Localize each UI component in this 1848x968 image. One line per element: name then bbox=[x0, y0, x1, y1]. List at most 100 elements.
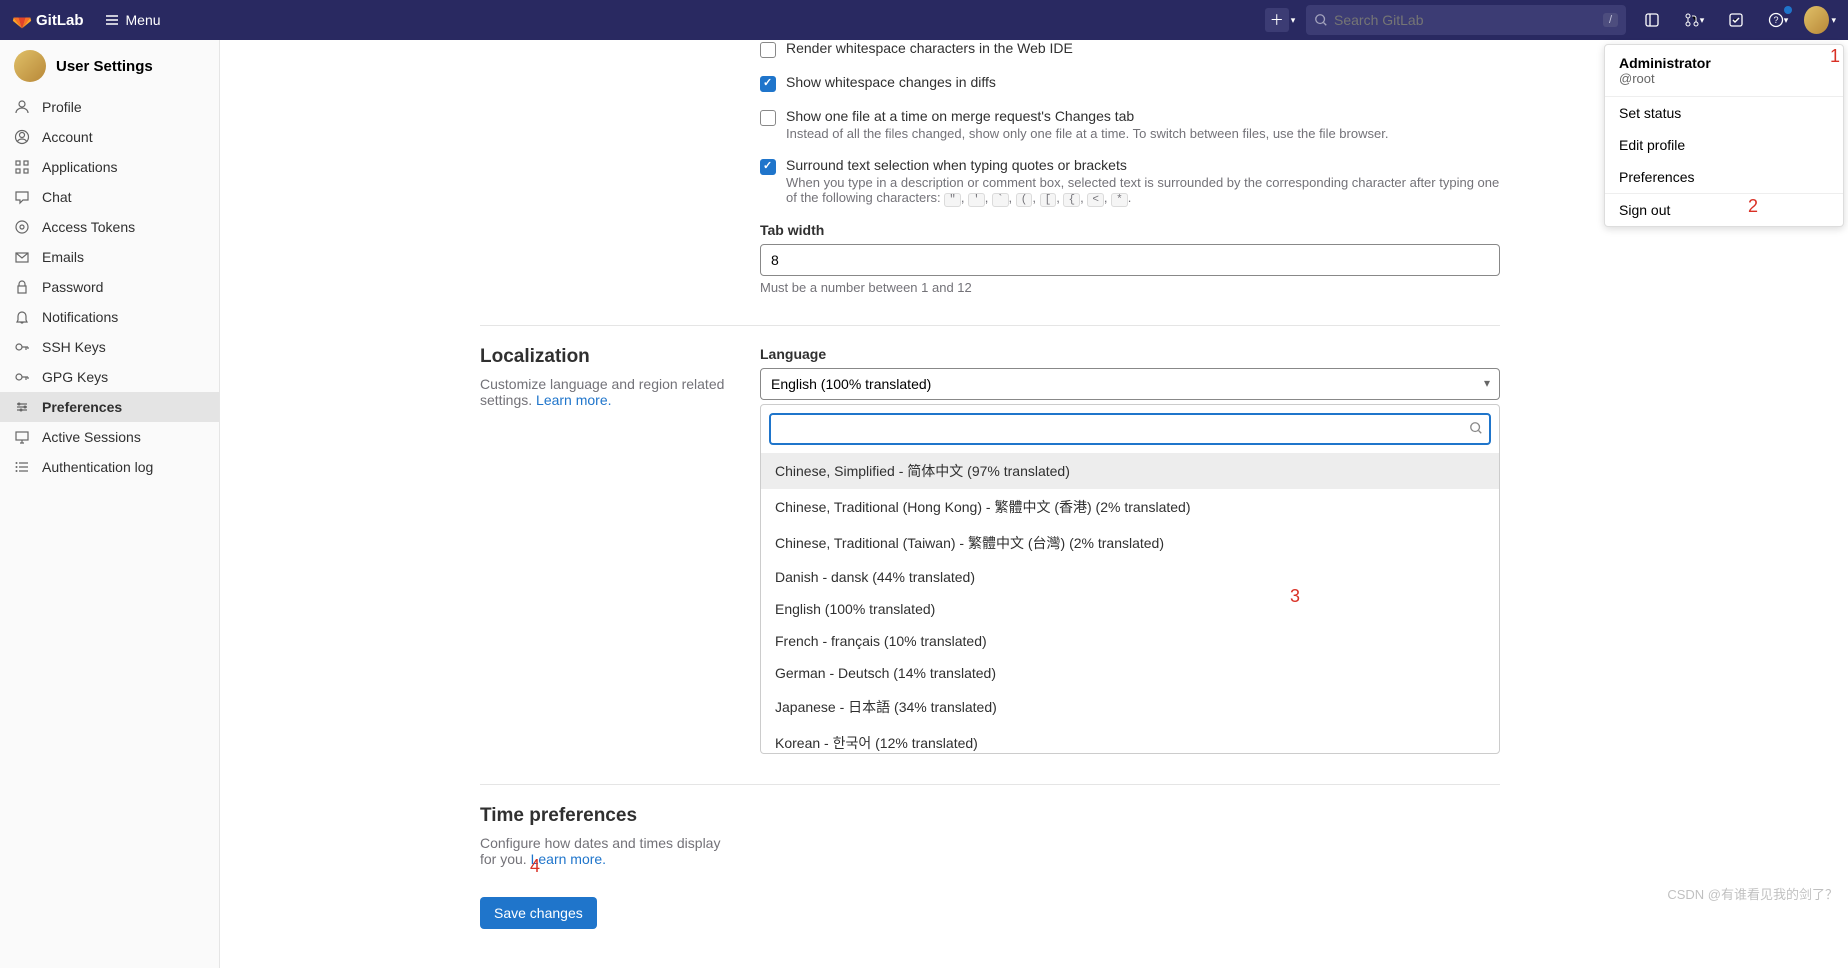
todos-icon[interactable] bbox=[1720, 4, 1752, 36]
localization-learn-more[interactable]: Learn more. bbox=[536, 392, 611, 408]
sidebar-item-label: Applications bbox=[42, 159, 118, 175]
gitlab-logo[interactable]: GitLab bbox=[12, 10, 84, 30]
language-option[interactable]: Korean - 한국어 (12% translated) bbox=[761, 725, 1499, 753]
checkbox-icon bbox=[760, 76, 776, 92]
profile-icon bbox=[14, 99, 30, 115]
menu-button[interactable]: Menu bbox=[104, 12, 161, 28]
user-menu-edit-profile[interactable]: Edit profile bbox=[1605, 129, 1843, 161]
checkbox-help: Instead of all the files changed, show o… bbox=[786, 126, 1388, 141]
avatar-icon bbox=[1804, 6, 1829, 34]
checkbox-whitespace-diffs[interactable]: Show whitespace changes in diffs bbox=[760, 74, 1500, 92]
language-search-input[interactable] bbox=[769, 413, 1491, 445]
sidebar-item-account[interactable]: Account bbox=[0, 122, 219, 152]
checkbox-label: Show one file at a time on merge request… bbox=[786, 108, 1388, 124]
checkbox-icon bbox=[760, 42, 776, 58]
checkbox-one-file[interactable]: Show one file at a time on merge request… bbox=[760, 108, 1500, 141]
user-avatar-button[interactable]: ▾ bbox=[1804, 4, 1836, 36]
sidebar-item-label: Profile bbox=[42, 99, 82, 115]
user-menu: Administrator @root Set status Edit prof… bbox=[1604, 44, 1844, 227]
menu-label: Menu bbox=[126, 12, 161, 28]
sidebar-item-label: Authentication log bbox=[42, 459, 153, 475]
user-menu-username: @root bbox=[1619, 71, 1829, 86]
search-kbd: / bbox=[1603, 13, 1618, 27]
content: Render whitespace characters in the Web … bbox=[220, 40, 1540, 968]
language-select[interactable]: English (100% translated) bbox=[760, 368, 1500, 400]
language-option[interactable]: Danish - dansk (44% translated) bbox=[761, 561, 1499, 593]
search-icon bbox=[1469, 421, 1483, 438]
list-icon bbox=[14, 459, 30, 475]
time-learn-more[interactable]: Learn more. bbox=[531, 851, 606, 867]
navbar: GitLab Menu ＋ ▾ / ▾ ? ▾ bbox=[0, 0, 1848, 40]
new-dropdown[interactable]: ＋ ▾ bbox=[1264, 4, 1296, 36]
sidebar-item-label: SSH Keys bbox=[42, 339, 106, 355]
sidebar-item-chat[interactable]: Chat bbox=[0, 182, 219, 212]
monitor-icon bbox=[14, 429, 30, 445]
sidebar-item-authentication-log[interactable]: Authentication log bbox=[0, 452, 219, 482]
search-icon bbox=[1314, 13, 1328, 27]
save-button[interactable]: Save changes bbox=[480, 897, 597, 929]
localization-title: Localization bbox=[480, 346, 740, 368]
sidebar-title: User Settings bbox=[56, 58, 153, 75]
sidebar-item-active-sessions[interactable]: Active Sessions bbox=[0, 422, 219, 452]
language-option[interactable]: English (100% translated) bbox=[761, 593, 1499, 625]
language-option[interactable]: French - français (10% translated) bbox=[761, 625, 1499, 657]
key-icon bbox=[14, 339, 30, 355]
merge-requests-icon[interactable]: ▾ bbox=[1678, 4, 1710, 36]
language-option[interactable]: German - Deutsch (14% translated) bbox=[761, 657, 1499, 689]
tab-width-help: Must be a number between 1 and 12 bbox=[760, 280, 1500, 295]
hamburger-icon bbox=[104, 12, 120, 28]
sidebar-item-gpg-keys[interactable]: GPG Keys bbox=[0, 362, 219, 392]
checkbox-icon bbox=[760, 110, 776, 126]
language-dropdown: Chinese, Simplified - 简体中文 (97% translat… bbox=[760, 404, 1500, 754]
sidebar-header: User Settings bbox=[0, 40, 219, 92]
issues-icon[interactable] bbox=[1636, 4, 1668, 36]
tab-width-input[interactable] bbox=[760, 244, 1500, 276]
checkbox-icon bbox=[760, 159, 776, 175]
sidebar-item-label: Emails bbox=[42, 249, 84, 265]
lock-icon bbox=[14, 279, 30, 295]
apps-icon bbox=[14, 159, 30, 175]
sidebar-item-label: Active Sessions bbox=[42, 429, 141, 445]
sidebar-item-ssh-keys[interactable]: SSH Keys bbox=[0, 332, 219, 362]
sidebar: User Settings Profile Account Applications… bbox=[0, 40, 220, 968]
help-icon[interactable]: ? ▾ bbox=[1762, 4, 1794, 36]
sidebar-item-label: Password bbox=[42, 279, 103, 295]
sidebar-item-label: Preferences bbox=[42, 399, 122, 415]
tab-width-label: Tab width bbox=[760, 222, 1500, 238]
brand-text: GitLab bbox=[36, 12, 84, 29]
sidebar-item-emails[interactable]: Emails bbox=[0, 242, 219, 272]
svg-text:?: ? bbox=[1773, 15, 1778, 25]
sidebar-item-access-tokens[interactable]: Access Tokens bbox=[0, 212, 219, 242]
checkbox-surround[interactable]: Surround text selection when typing quot… bbox=[760, 157, 1500, 206]
user-menu-sign-out[interactable]: Sign out bbox=[1605, 194, 1843, 226]
sidebar-item-applications[interactable]: Applications bbox=[0, 152, 219, 182]
time-title: Time preferences bbox=[480, 805, 740, 827]
bell-icon bbox=[14, 309, 30, 325]
checkbox-label: Surround text selection when typing quot… bbox=[786, 157, 1500, 173]
language-option[interactable]: Japanese - 日本語 (34% translated) bbox=[761, 689, 1499, 725]
chat-icon bbox=[14, 189, 30, 205]
sidebar-item-preferences[interactable]: Preferences bbox=[0, 392, 219, 422]
user-menu-preferences[interactable]: Preferences bbox=[1605, 161, 1843, 193]
time-desc: Configure how dates and times display fo… bbox=[480, 835, 740, 867]
sidebar-item-label: Chat bbox=[42, 189, 72, 205]
key-icon bbox=[14, 369, 30, 385]
checkbox-label: Show whitespace changes in diffs bbox=[786, 74, 996, 90]
sidebar-item-password[interactable]: Password bbox=[0, 272, 219, 302]
search-input[interactable] bbox=[1334, 12, 1597, 28]
language-label: Language bbox=[760, 346, 1500, 362]
sidebar-item-label: GPG Keys bbox=[42, 369, 108, 385]
sidebar-item-notifications[interactable]: Notifications bbox=[0, 302, 219, 332]
language-option[interactable]: Chinese, Traditional (Taiwan) - 繁體中文 (台灣… bbox=[761, 525, 1499, 561]
search-box[interactable]: / bbox=[1306, 5, 1626, 35]
gitlab-icon bbox=[12, 10, 32, 30]
sidebar-avatar-icon bbox=[14, 50, 46, 82]
sidebar-item-profile[interactable]: Profile bbox=[0, 92, 219, 122]
language-option[interactable]: Chinese, Simplified - 简体中文 (97% translat… bbox=[761, 453, 1499, 489]
language-option[interactable]: Chinese, Traditional (Hong Kong) - 繁體中文 … bbox=[761, 489, 1499, 525]
user-menu-set-status[interactable]: Set status bbox=[1605, 97, 1843, 129]
user-menu-name: Administrator bbox=[1619, 55, 1829, 71]
sidebar-item-label: Access Tokens bbox=[42, 219, 135, 235]
checkbox-help: When you type in a description or commen… bbox=[786, 175, 1500, 206]
checkbox-render-whitespace[interactable]: Render whitespace characters in the Web … bbox=[760, 40, 1500, 58]
